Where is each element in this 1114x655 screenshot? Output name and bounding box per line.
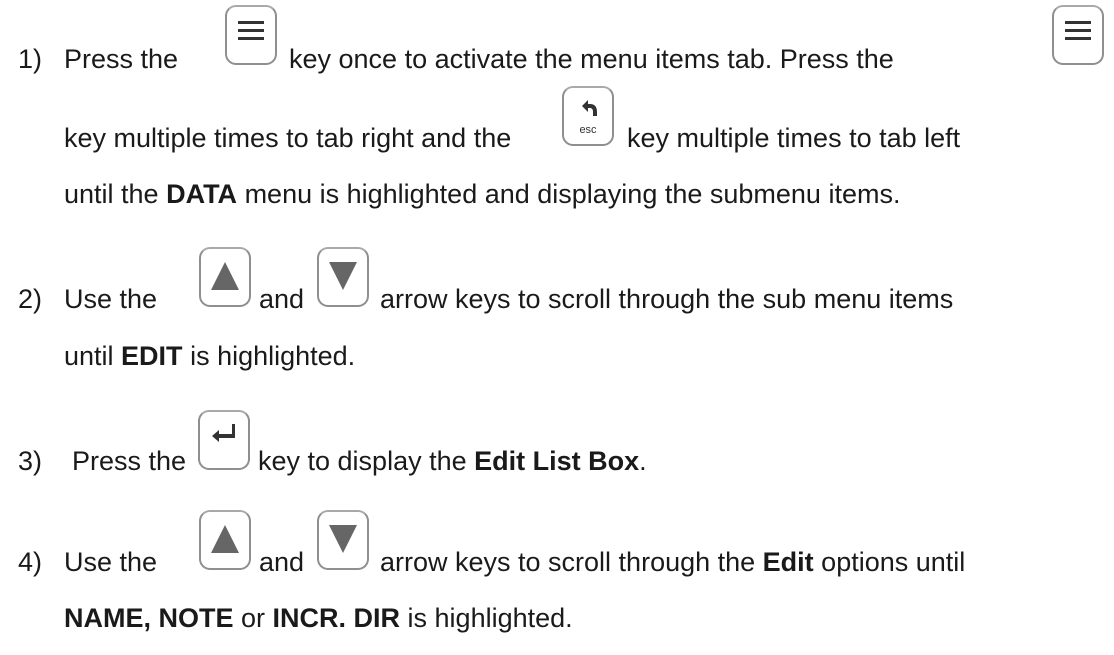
step-3-number: 3)	[18, 446, 43, 476]
step-3-period: .	[639, 446, 647, 476]
step-1-until: until the	[64, 179, 167, 209]
step-4-or: or	[233, 603, 273, 633]
step-2-number: 2)	[18, 284, 43, 314]
step-1-text-b: key once to activate the menu items tab.…	[289, 44, 894, 74]
edit-list-box-label: Edit List Box	[474, 446, 640, 476]
up-triangle-icon	[211, 262, 239, 290]
up-key-2	[199, 510, 251, 570]
down-triangle-icon	[329, 262, 357, 290]
menu-icon	[1065, 21, 1091, 40]
step-1-text-c: key multiple times to tab right and the	[64, 123, 512, 153]
step-4-text-and: and	[259, 547, 305, 577]
down-key-2	[317, 510, 369, 570]
esc-key: esc	[562, 86, 614, 146]
menu-key	[225, 5, 277, 65]
step-4-rest: options until	[813, 547, 966, 577]
step-2-text-b: arrow keys to scroll through the sub men…	[380, 284, 954, 314]
esc-label: esc	[579, 124, 597, 136]
enter-arrow-icon	[212, 424, 235, 442]
step-4-text-b: arrow keys to scroll through the	[380, 547, 763, 577]
incr-dir-label: INCR. DIR	[272, 603, 401, 633]
step-1-rest: menu is highlighted and displaying the s…	[237, 179, 901, 209]
down-key	[317, 247, 369, 307]
edit-options-label: Edit	[762, 547, 814, 577]
enter-key	[198, 410, 250, 470]
up-triangle-icon	[211, 525, 239, 553]
step-2-until: until	[64, 341, 122, 371]
step-2-text-and: and	[259, 284, 305, 314]
step-2-text-a: Use the	[64, 284, 158, 314]
step-3-text-a: Press the	[72, 446, 187, 476]
menu-key-2	[1052, 5, 1104, 65]
step-2-rest: is highlighted.	[182, 341, 356, 371]
down-triangle-icon	[329, 525, 357, 553]
step-1-number: 1)	[18, 44, 43, 74]
step-1-text-a: Press the	[64, 44, 179, 74]
edit-label: EDIT	[121, 341, 183, 371]
name-note-label: NAME, NOTE	[64, 603, 234, 633]
step-4-number: 4)	[18, 547, 43, 577]
up-key	[199, 247, 251, 307]
step-4-text-a: Use the	[64, 547, 158, 577]
menu-icon	[238, 21, 264, 40]
step-3-text-b: key to display the	[258, 446, 475, 476]
step-1-text-d: key multiple times to tab left	[627, 123, 961, 153]
data-menu-label: DATA	[166, 179, 238, 209]
step-4-end: is highlighted.	[400, 603, 573, 633]
